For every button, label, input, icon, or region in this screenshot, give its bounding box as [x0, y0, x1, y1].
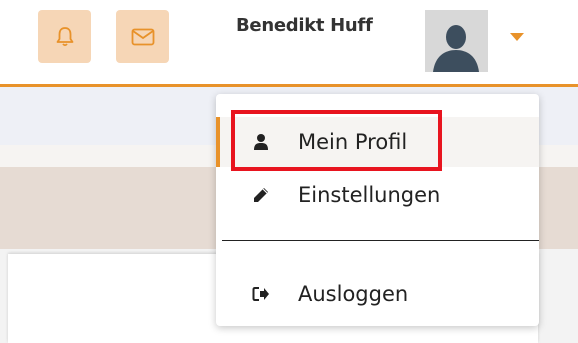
messages-button[interactable]	[116, 10, 169, 63]
user-menu-toggle[interactable]	[509, 27, 525, 46]
top-navbar: Benedikt Huff	[0, 0, 578, 84]
menu-item-label: Ausloggen	[298, 282, 409, 306]
menu-divider	[222, 240, 539, 241]
menu-item-logout[interactable]: Ausloggen	[216, 269, 539, 319]
sign-out-icon	[250, 283, 272, 305]
bell-icon	[56, 26, 73, 46]
highlight-box	[231, 110, 442, 171]
menu-item-settings[interactable]: Einstellungen	[216, 170, 539, 220]
envelope-icon	[131, 28, 154, 45]
active-indicator	[216, 117, 220, 167]
user-name[interactable]: Benedikt Huff	[236, 15, 373, 36]
notifications-button[interactable]	[38, 10, 91, 63]
pencil-icon	[250, 184, 272, 206]
avatar[interactable]	[425, 10, 488, 72]
menu-item-label: Einstellungen	[298, 183, 441, 207]
caret-down-icon	[510, 33, 524, 41]
user-silhouette-icon	[433, 25, 479, 72]
